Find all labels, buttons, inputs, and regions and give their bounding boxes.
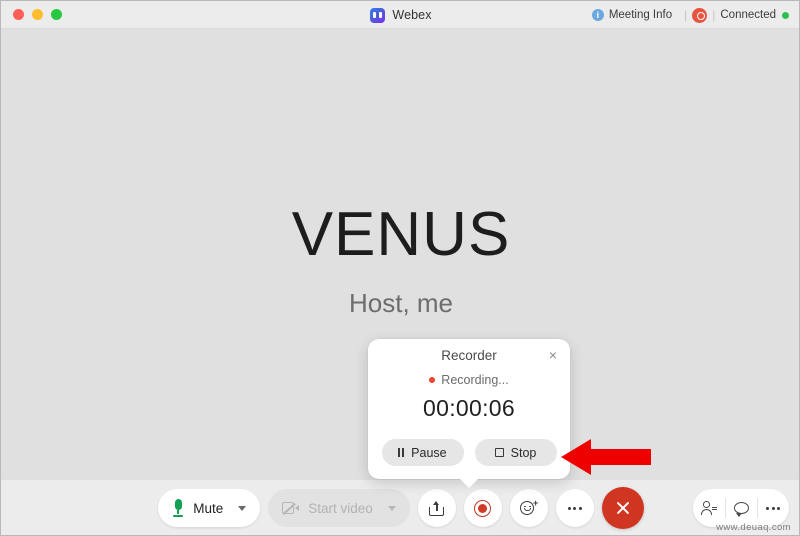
stop-label: Stop: [510, 445, 537, 460]
more-panels-icon: [765, 506, 781, 510]
meeting-control-bar: Mute Start video +: [1, 479, 799, 535]
meeting-info-label: Meeting Info: [608, 9, 673, 21]
stop-button[interactable]: Stop: [474, 439, 557, 466]
meeting-info-button[interactable]: i Meeting Info: [585, 7, 679, 23]
share-screen-icon: [429, 501, 445, 516]
reactions-button[interactable]: +: [509, 489, 548, 527]
end-meeting-button[interactable]: [601, 487, 644, 529]
connected-label: Connected: [720, 9, 776, 21]
connection-status-dot: [782, 11, 789, 19]
recording-timer: 00:00:06: [423, 395, 515, 421]
recording-status-label: Recording...: [441, 373, 509, 387]
start-video-label: Start video: [308, 500, 373, 516]
pause-label: Pause: [411, 445, 447, 460]
pause-icon: [398, 448, 405, 457]
mute-button[interactable]: Mute: [158, 489, 261, 527]
chat-icon: [733, 501, 749, 517]
start-video-button[interactable]: Start video: [268, 489, 410, 527]
recording-dot-icon: [429, 377, 436, 383]
chevron-down-icon[interactable]: [387, 505, 396, 511]
record-button[interactable]: [463, 489, 502, 527]
more-options-icon: [567, 506, 582, 510]
recorder-popover: Recorder × Recording... 00:00:06 Pause S…: [368, 339, 570, 488]
close-window-button[interactable]: [13, 9, 24, 20]
info-icon: i: [591, 9, 604, 21]
minimize-window-button[interactable]: [32, 9, 43, 20]
titlebar-separator-2: |: [712, 8, 716, 22]
connection-status[interactable]: Connected: [720, 9, 791, 21]
microphone-icon: [172, 499, 184, 517]
stop-icon: [494, 448, 504, 457]
participant-name: VENUS: [291, 200, 511, 269]
chevron-down-icon[interactable]: [238, 505, 247, 511]
title-bar: Webex i Meeting Info | | Connected: [1, 1, 799, 29]
pause-button[interactable]: Pause: [381, 439, 464, 466]
recorder-header: Recorder ×: [368, 339, 570, 371]
popover-tail: [459, 478, 479, 488]
webex-meeting-window: Webex i Meeting Info | | Connected VENUS…: [0, 0, 800, 536]
more-options-button[interactable]: [555, 489, 594, 527]
titlebar-right-group: i Meeting Info | | Connected: [585, 1, 791, 29]
webex-logo-icon: [370, 7, 386, 23]
participants-icon: [700, 501, 717, 516]
close-icon[interactable]: ×: [545, 347, 561, 363]
recording-indicator-icon[interactable]: [692, 7, 708, 23]
reactions-icon: +: [520, 498, 538, 517]
annotation-arrow-icon: [561, 439, 651, 475]
share-content-button[interactable]: [417, 489, 456, 527]
participant-role: Host, me: [348, 288, 454, 318]
camera-off-icon: [282, 502, 299, 515]
titlebar-separator-1: |: [684, 8, 688, 22]
mute-label: Mute: [193, 500, 224, 516]
window-controls: [13, 9, 62, 20]
end-meeting-icon: [615, 500, 631, 516]
maximize-window-button[interactable]: [51, 9, 62, 20]
primary-controls: Mute Start video +: [1, 480, 799, 535]
watermark: www.deuaq.com: [716, 522, 791, 533]
recorder-actions: Pause Stop: [368, 439, 570, 466]
recording-status: Recording...: [368, 373, 570, 387]
recorder-title: Recorder: [441, 347, 497, 363]
window-title: Webex: [392, 8, 432, 22]
record-icon: [474, 499, 492, 517]
